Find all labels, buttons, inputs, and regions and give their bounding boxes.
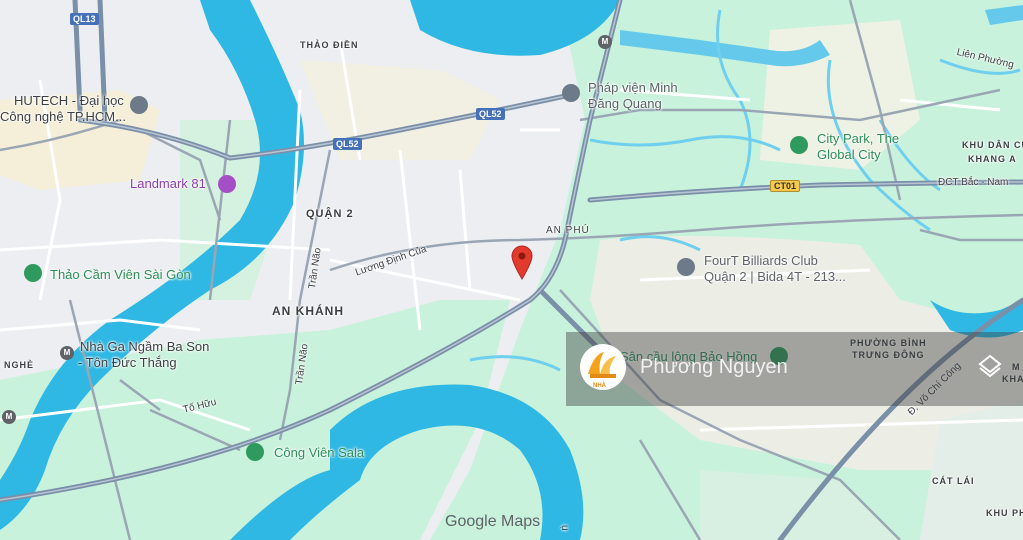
metro-icon-2[interactable]: M (2, 410, 16, 424)
route-shield-ql52-a: QL52 (476, 108, 505, 120)
metro-icon[interactable]: M (60, 346, 74, 360)
road-label-dct-bac-nam: ĐCT Bắc - Nam (938, 177, 1009, 188)
poi-city-park-line2[interactable]: Global City (817, 147, 881, 163)
camera-icon[interactable] (218, 175, 236, 193)
road-label-ugn: ụ (559, 525, 570, 531)
route-shield-ql52-b: QL52 (333, 138, 362, 150)
area-label-khu-pho: KHU PHI (986, 508, 1023, 518)
poi-fourt-line2[interactable]: Quận 2 | Bida 4T - 213... (704, 269, 846, 285)
area-label-khu-dan-cu: KHU DÂN CƯ (962, 140, 1023, 150)
poi-phap-vien-line1[interactable]: Pháp viện Minh (588, 80, 678, 96)
poi-phap-vien-line2[interactable]: Đăng Quang (588, 96, 662, 112)
layers-icon[interactable] (976, 352, 1004, 380)
road-label-an-phu: AN PHÚ (546, 225, 590, 236)
park-tree-icon-2[interactable] (790, 136, 808, 154)
poi-nha-ga-line1[interactable]: Nhà Ga Ngầm Ba Son (80, 339, 209, 355)
route-shield-ct01: CT01 (770, 180, 801, 192)
poi-landmark81[interactable]: Landmark 81 (130, 176, 206, 192)
poi-fourt-line1[interactable]: FourT Billiards Club (704, 253, 818, 269)
poi-hutech-line2[interactable]: Công nghệ TP.HCM... (0, 109, 126, 125)
area-label-an-khanh: AN KHÁNH (272, 304, 344, 318)
poi-thao-cam-vien[interactable]: Thảo Cầm Viên Sài Gòn (50, 267, 191, 283)
poi-cong-vien-sala[interactable]: Công Viên Sala (274, 445, 364, 461)
route-shield-ql13: QL13 (70, 13, 99, 25)
park-tree-icon[interactable] (246, 443, 264, 461)
poi-nha-ga-line2[interactable]: - Tôn Đức Thắng (78, 355, 177, 371)
area-label-nghe: NGHÈ (4, 360, 35, 370)
google-maps-logo: Google Maps (445, 513, 541, 530)
watermark-banner (566, 332, 1023, 406)
poi-city-park-line1[interactable]: City Park, The (817, 131, 899, 147)
area-label-thao-dien: THẢO ĐIỀN (300, 40, 359, 50)
temple-icon[interactable] (562, 84, 580, 102)
watermark-logo-text: NHÀ (593, 383, 606, 389)
paw-icon[interactable] (24, 264, 42, 282)
watermark-text: Phương Nguyen (640, 356, 788, 378)
poi-hutech-line1[interactable]: HUTECH - Đại học (14, 93, 124, 109)
area-label-cat-lai: CÁT LÁI (932, 476, 975, 486)
school-icon[interactable] (130, 96, 148, 114)
area-label-quan2: QUẬN 2 (306, 208, 354, 220)
place-pin-icon[interactable] (677, 258, 695, 276)
metro-icon-3[interactable]: M (598, 35, 612, 49)
area-label-khang-a: KHANG A (968, 154, 1017, 164)
